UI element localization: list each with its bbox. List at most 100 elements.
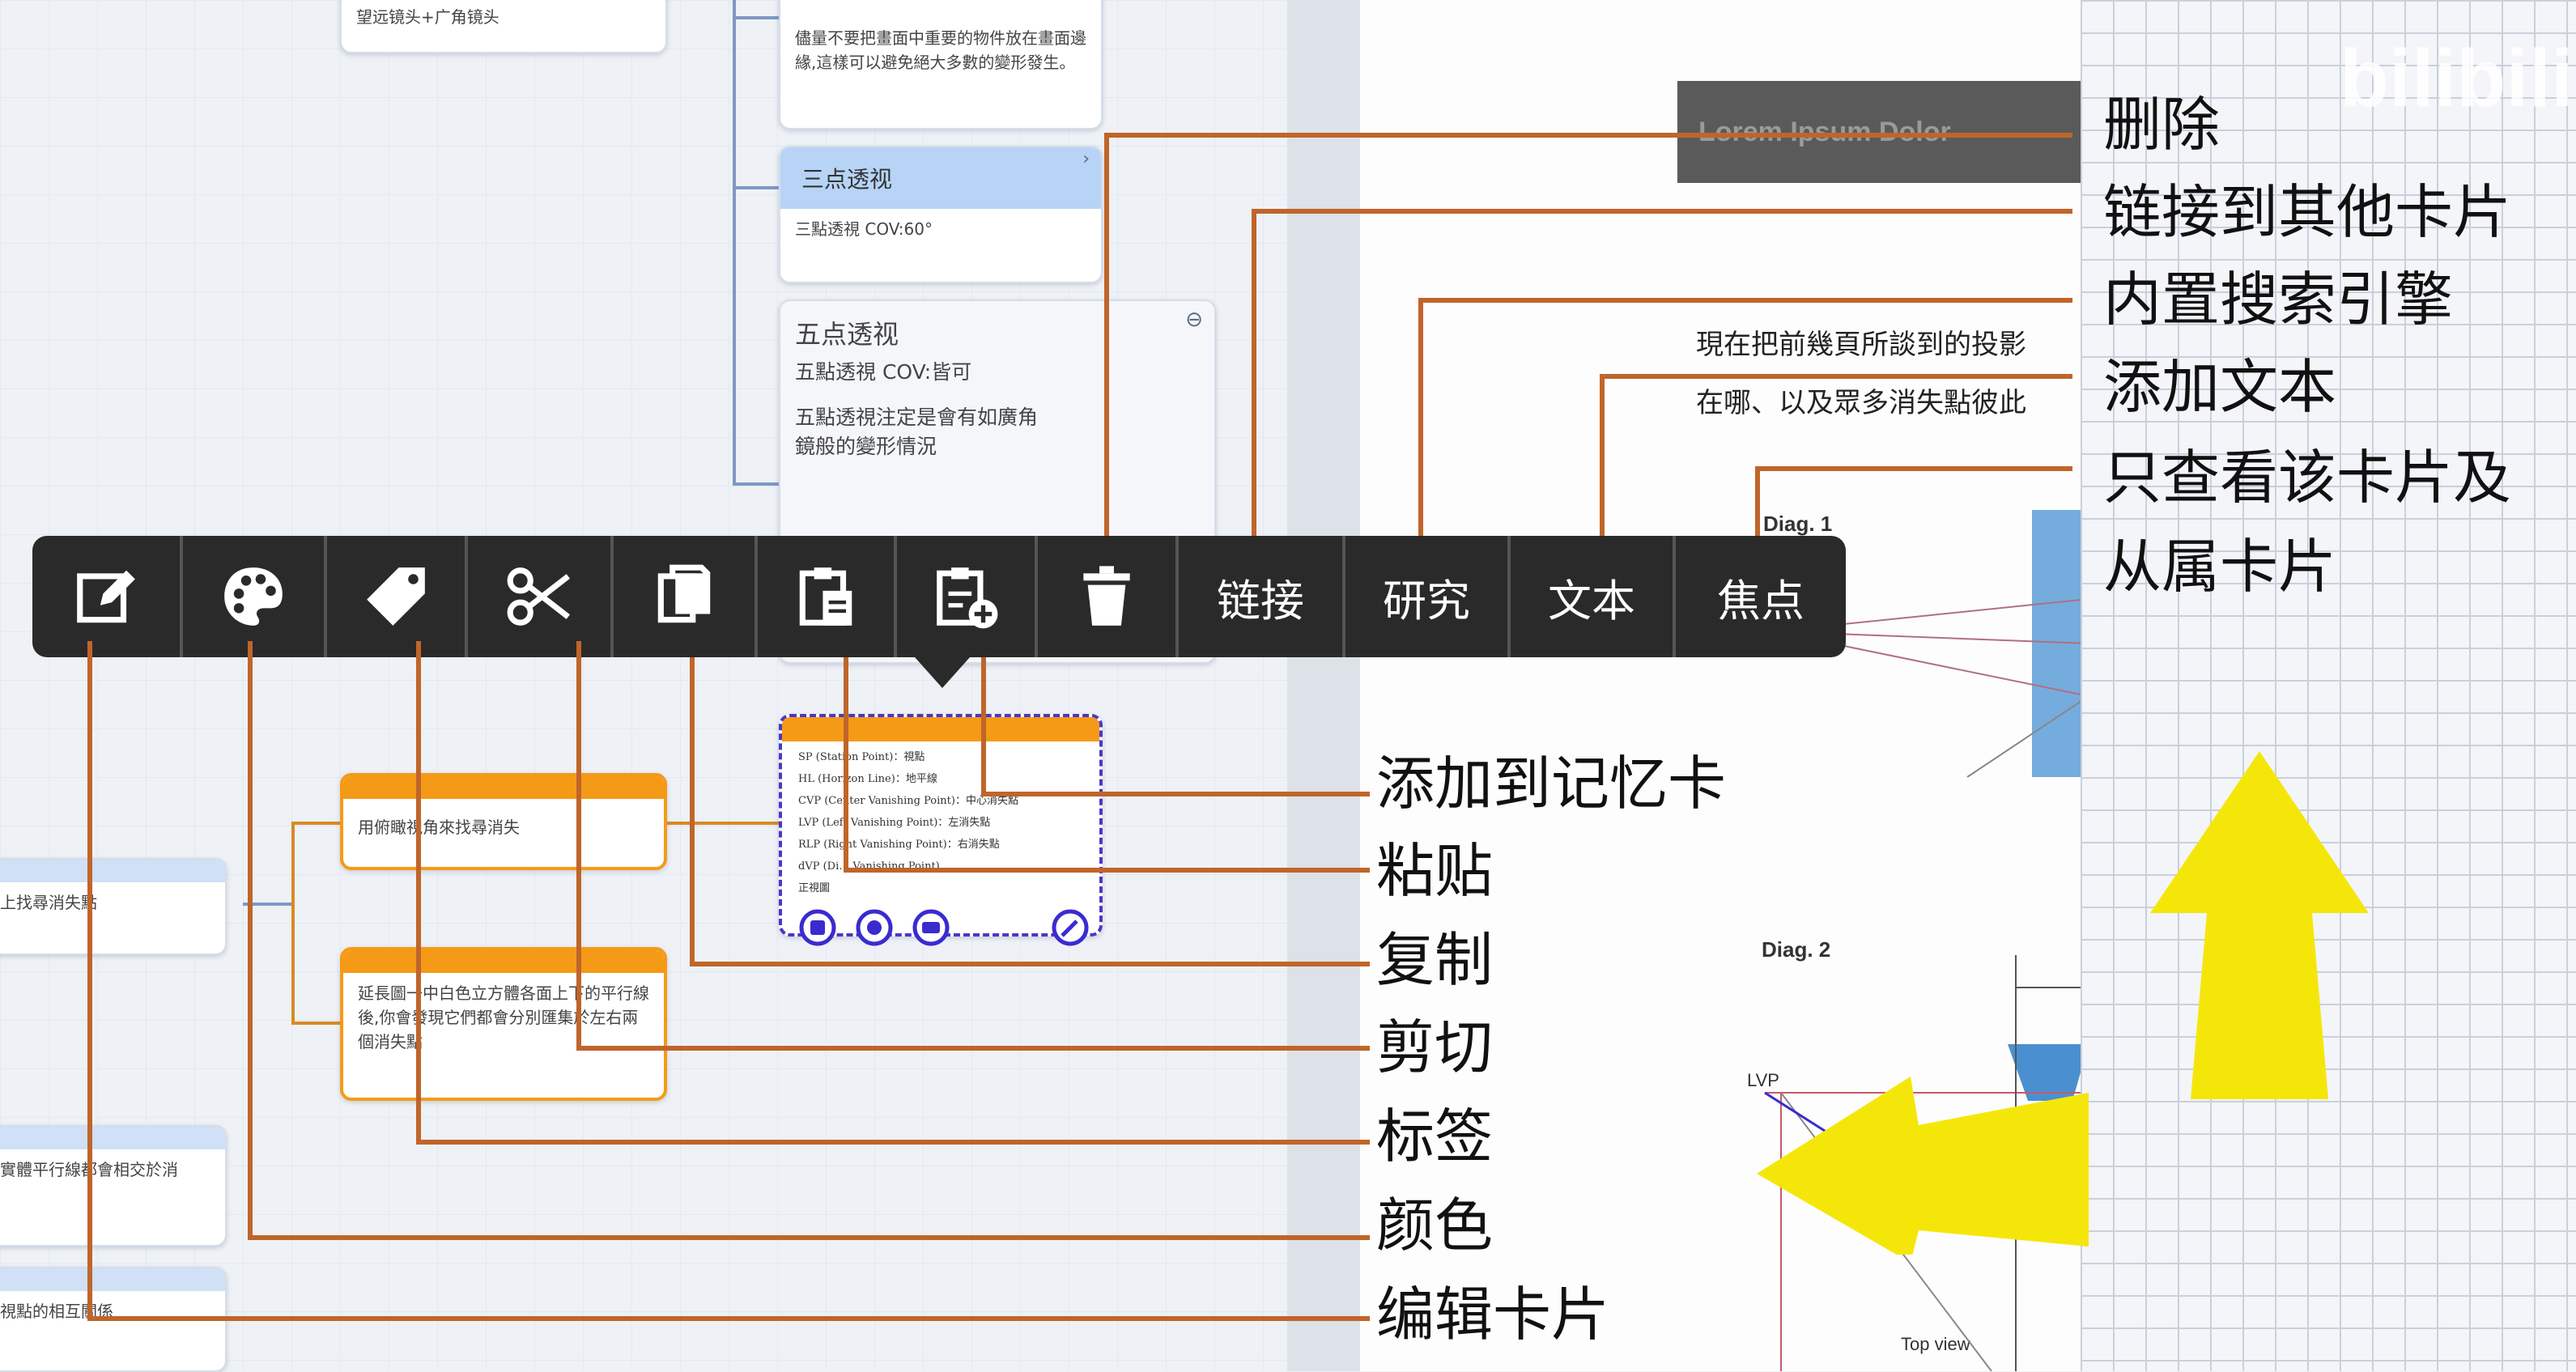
card-note[interactable]: 儘量不要把畫面中重要的物件放在畫面邊緣,這樣可以避免絕大多數的變形發生。 — [779, 0, 1103, 130]
annotation-line — [981, 792, 1370, 796]
annotation-line — [416, 1140, 1370, 1145]
mindmap-connector — [733, 482, 781, 486]
focus-label: 焦点 — [1717, 575, 1804, 627]
annotation-line — [1755, 466, 2072, 471]
card-text: 實體平行線都會相交於消 — [0, 1149, 225, 1190]
delete-button[interactable] — [1038, 536, 1179, 657]
add-to-flashcard-button[interactable] — [897, 536, 1038, 657]
annotation-line — [576, 1046, 1370, 1051]
research-button[interactable]: 研究 — [1345, 536, 1511, 657]
copy-icon — [657, 564, 711, 623]
mindmap-connector — [733, 186, 781, 189]
annotation-line — [1755, 466, 1760, 536]
card-three-point[interactable]: 三点透视 › 三點透視 COV:60° — [779, 146, 1103, 283]
card-header — [782, 717, 1099, 741]
trash-icon — [1083, 566, 1130, 626]
card-text-line: SP (Station Point)：視點 — [798, 751, 925, 763]
mindmap-connector — [664, 822, 781, 825]
card-parallel-intersect[interactable]: 實體平行線都會相交於消 — [0, 1125, 227, 1247]
paste-button[interactable] — [758, 536, 897, 657]
color-button[interactable] — [183, 536, 327, 657]
arrow-up-icon — [2150, 751, 2369, 1099]
link-label: 链接 — [1217, 575, 1304, 627]
annotation-edit: 编辑卡片 — [1376, 1281, 1610, 1349]
link-button[interactable]: 链接 — [1179, 536, 1345, 657]
annotation-color: 颜色 — [1376, 1191, 1494, 1259]
annotation-tag: 标签 — [1376, 1102, 1494, 1170]
cut-button[interactable] — [468, 536, 614, 657]
annotation-line — [1104, 133, 1109, 536]
mindmap-connector — [733, 0, 736, 486]
annotation-cut: 剪切 — [1376, 1013, 1494, 1081]
card-text-line: RLP (Right Vanishing Point)：右消失點 — [798, 839, 1000, 851]
annotation-line — [576, 641, 581, 1049]
annotation-line — [1600, 374, 2072, 379]
annotation-line — [1252, 209, 2072, 214]
text-label: 文本 — [1548, 575, 1635, 627]
annotation-line — [844, 868, 1370, 873]
card-text: 上找尋消失點 — [0, 893, 97, 912]
arrow-left-icon — [1757, 1077, 2089, 1255]
card-text-line: LVP (Left Vanishing Point)：左消失點 — [798, 817, 991, 829]
collapse-icon[interactable]: ⊖ — [1185, 308, 1203, 332]
text-button[interactable]: 文本 — [1511, 536, 1676, 657]
annotation-search-engine: 内置搜索引擎 — [2103, 265, 2454, 333]
card-header — [343, 776, 664, 799]
annotation-line — [981, 657, 986, 795]
add-to-flashcard-icon — [937, 567, 998, 629]
edit-card-button[interactable] — [32, 536, 183, 657]
card-text-line: HL (Horizon Line)：地平線 — [798, 773, 937, 785]
card-telephoto[interactable]: 望远镜头+广角镜头 — [340, 0, 667, 53]
annotation-line — [844, 657, 848, 871]
annotation-line — [1600, 374, 1605, 536]
card-selection-handles[interactable] — [795, 907, 1103, 947]
annotation-line — [1418, 298, 2072, 303]
chevron-right-icon[interactable]: › — [1082, 149, 1090, 169]
card-text-lines: SP (Station Point)：視點 HL (Horizon Line)：… — [782, 741, 1099, 904]
annotation-line — [87, 1316, 1370, 1321]
edit-card-icon — [77, 570, 135, 623]
annotation-line — [87, 641, 92, 1321]
card-text-line: dVP (Di… Vanishing Point) — [798, 860, 940, 873]
card-text: 三點透視 COV:60° — [795, 219, 933, 239]
annotation-line — [416, 641, 421, 1145]
card-header — [0, 860, 225, 882]
annotation-copy: 复制 — [1376, 926, 1494, 994]
card-header — [0, 1268, 225, 1291]
card-text: 用俯瞰視角來找尋消失 — [358, 818, 520, 837]
annotation-line — [1418, 298, 1423, 536]
annotation-line — [690, 962, 1370, 966]
mindmap-canvas[interactable]: 望远镜头+广角镜头 儘量不要把畫面中重要的物件放在畫面邊緣,這樣可以避免絕大多數… — [0, 0, 1287, 1372]
annotation-line — [248, 1235, 1370, 1240]
toolbar-pointer — [915, 657, 970, 688]
card-title: 五点透视 — [795, 319, 899, 350]
card-context-toolbar: 链接 研究 文本 焦点 — [32, 536, 1846, 657]
research-label: 研究 — [1383, 575, 1470, 627]
bilibili-watermark: bilibili — [2340, 33, 2574, 124]
mindmap-connector — [291, 822, 295, 1024]
card-text: 視點的相互關係 — [0, 1302, 113, 1321]
card-text: 儘量不要把畫面中重要的物件放在畫面邊緣,這樣可以避免絕大多數的變形發生。 — [795, 28, 1086, 72]
document-text-line: 現在把前幾頁所談到的投影 — [1696, 329, 2026, 361]
annotation-add-memory: 添加到记忆卡 — [1376, 750, 1727, 818]
card-header — [0, 1127, 225, 1149]
annotation-line — [1104, 133, 2072, 138]
card-parallel-lines[interactable]: 延長圖一中白色立方體各面上下的平行線後,你會發現它們都會分別匯集於左右兩個消失點 — [340, 947, 667, 1101]
focus-button[interactable]: 焦点 — [1676, 536, 1846, 657]
annotation-focus-line1: 只查看该卡片及 — [2103, 444, 2512, 512]
card-find-vanishing-point[interactable]: 上找尋消失點 — [0, 858, 227, 955]
card-overhead-view[interactable]: 用俯瞰視角來找尋消失 — [340, 773, 667, 870]
card-selected[interactable]: SP (Station Point)：視點 HL (Horizon Line)：… — [779, 714, 1103, 937]
annotation-line — [248, 641, 253, 1240]
tag-icon — [367, 567, 425, 626]
annotation-delete: 删除 — [2103, 91, 2221, 159]
palette-icon — [224, 567, 283, 626]
paste-icon — [799, 567, 852, 626]
document-header-bar: Lorem Ipsum Dolor — [1677, 81, 2090, 183]
copy-button[interactable] — [614, 536, 758, 657]
tag-button[interactable] — [327, 536, 468, 657]
mindmap-connector — [733, 16, 781, 19]
annotation-line — [690, 657, 695, 965]
annotation-line — [1252, 209, 1256, 536]
card-header — [343, 950, 664, 973]
